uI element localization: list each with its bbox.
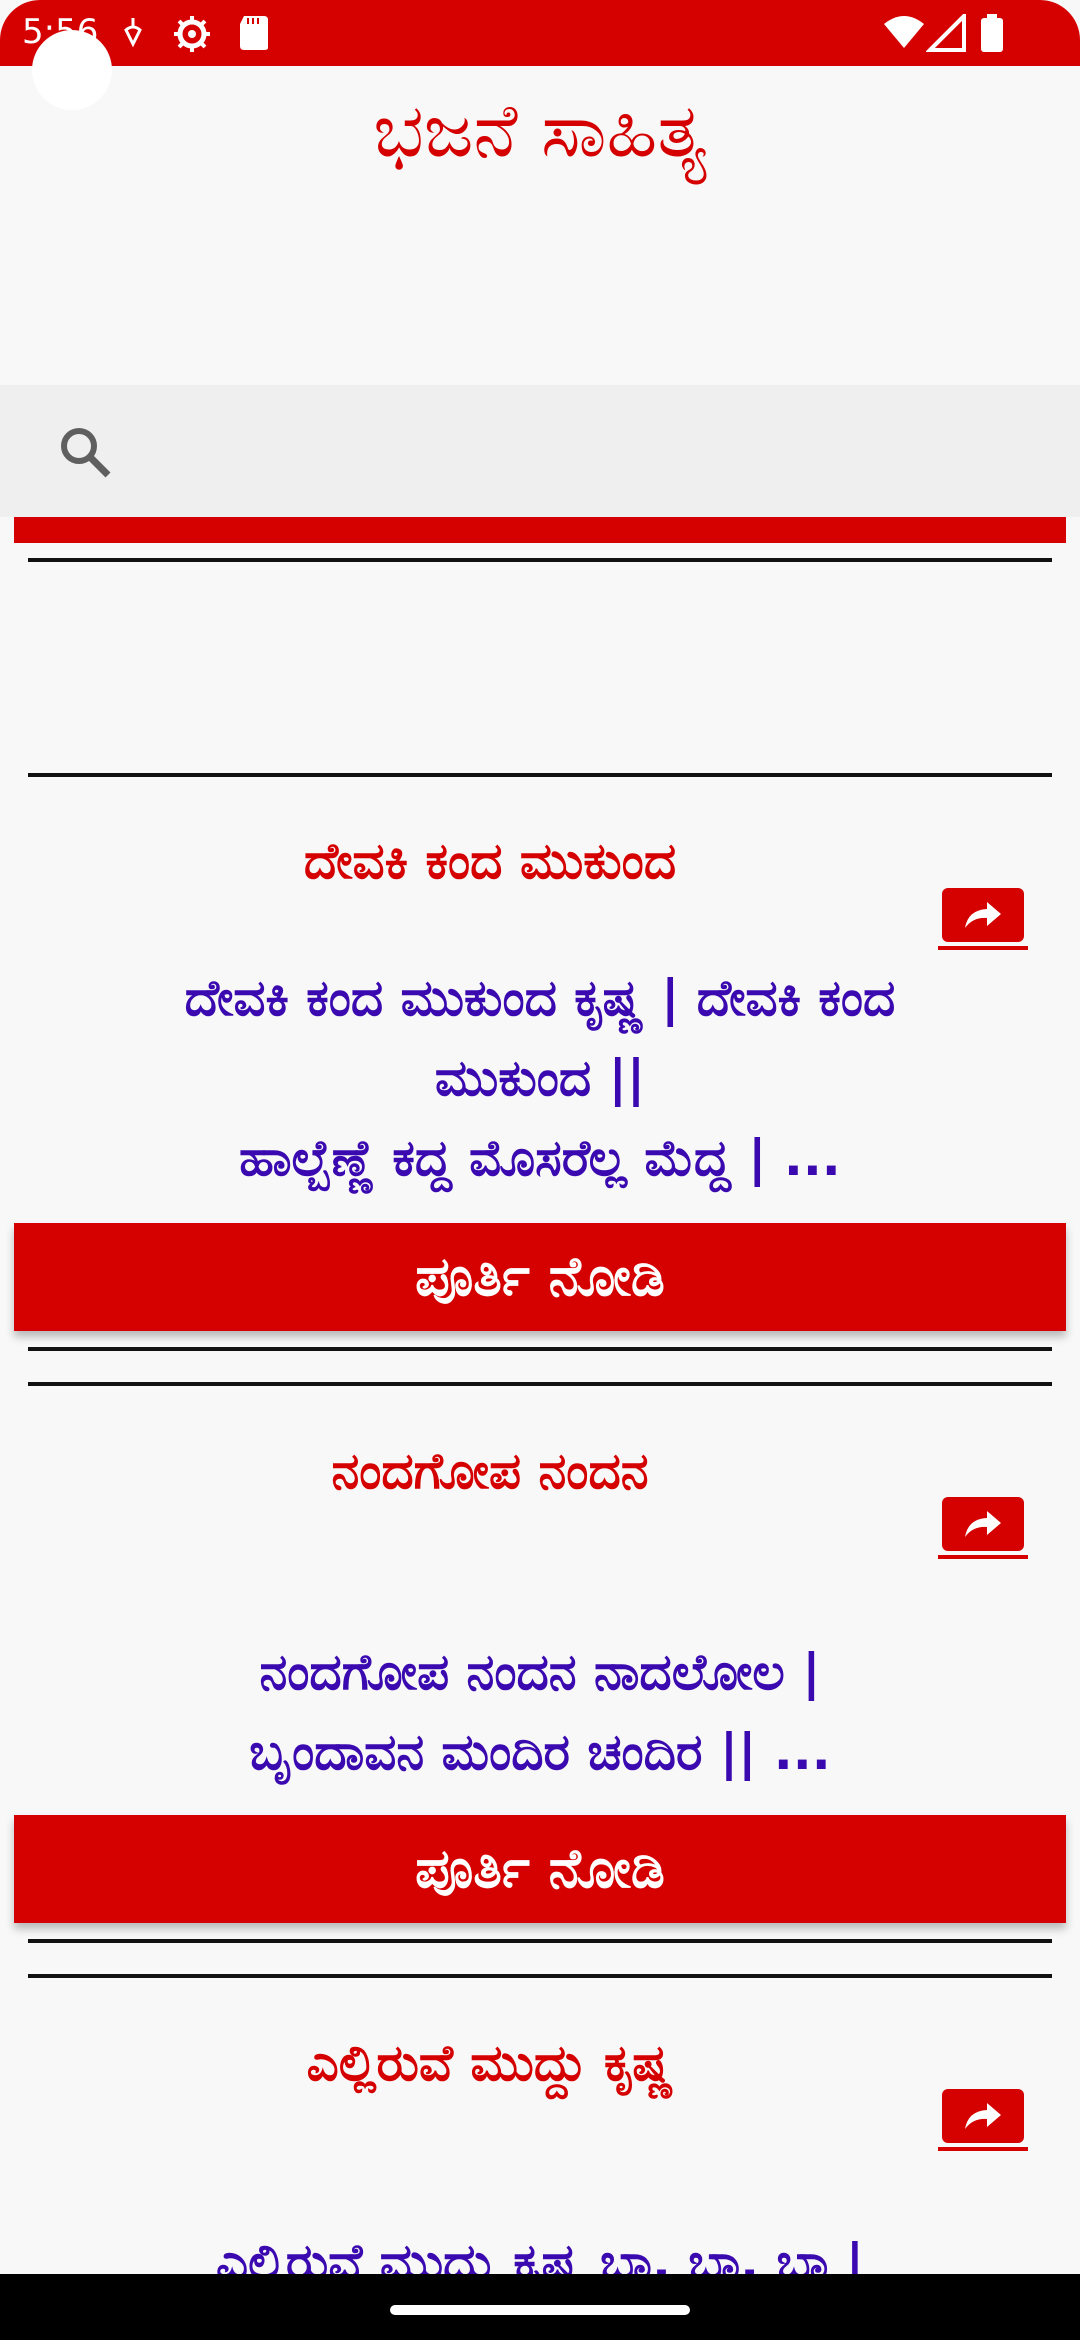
header-strip xyxy=(14,517,1066,543)
signal-icon xyxy=(925,11,966,56)
divider xyxy=(28,773,1052,777)
divider xyxy=(28,1939,1052,1943)
preview-line: ದೇವಕಿ ಕಂದ ಮುಕುಂದ ಕೃಷ್ಣ | ದೇವಕಿ ಕಂದ xyxy=(184,969,896,1027)
view-full-button[interactable]: ಪೂರ್ತಿ ನೋಡಿ xyxy=(14,1815,1066,1923)
search-icon[interactable] xyxy=(58,425,112,483)
card-preview: ನಂದಗೋಪ ನಂದನ ನಾದಲೋಲ | ಬೃಂದಾವನ ಮಂದಿರ ಚಂದಿರ… xyxy=(40,1632,1040,1792)
card-preview: ದೇವಕಿ ಕಂದ ಮುಕುಂದ ಕೃಷ್ಣ | ದೇವಕಿ ಕಂದ ಮುಕುಂ… xyxy=(40,958,1040,1198)
settings-icon xyxy=(172,14,212,58)
share-button[interactable] xyxy=(938,1497,1028,1559)
preview-line: ನಂದಗೋಪ ನಂದನ ನಾದಲೋಲ | xyxy=(259,1643,821,1701)
view-full-button[interactable]: ಪೂರ್ತಿ ನೋಡಿ xyxy=(14,1223,1066,1331)
status-bar: 5:56 xyxy=(0,0,1080,66)
wifi-icon xyxy=(882,14,926,54)
preview-line: ಹಾಲ್ಬೆಣ್ಣೆ ಕದ್ದ ಮೊಸರೆಲ್ಲ ಮೆದ್ದ | ... xyxy=(239,1129,841,1187)
card-title: ನಂದಗೋಪ ನಂದನ xyxy=(331,1442,649,1500)
notification-icon xyxy=(118,14,148,54)
divider xyxy=(28,1974,1052,1978)
card-title: ಎಲ್ಲಿರುವೆ ಮುದ್ದು ಕೃಷ್ಣ xyxy=(306,2034,674,2092)
search-bar[interactable] xyxy=(0,385,1080,517)
divider xyxy=(28,1347,1052,1351)
divider xyxy=(28,558,1052,562)
divider xyxy=(28,1382,1052,1386)
home-gesture-handle[interactable] xyxy=(390,2305,690,2315)
sd-card-icon xyxy=(238,14,270,56)
battery-icon xyxy=(980,14,1004,58)
share-button[interactable] xyxy=(938,888,1028,950)
share-icon xyxy=(965,902,1001,928)
card-title: ದೇವಕಿ ಕಂದ ಮುಕುಂದ xyxy=(303,832,677,890)
share-icon xyxy=(965,1511,1001,1537)
preview-line: ಬೃಂದಾವನ ಮಂದಿರ ಚಂದಿರ || ... xyxy=(249,1723,831,1781)
share-button[interactable] xyxy=(938,2089,1028,2151)
share-icon xyxy=(965,2103,1001,2129)
app-title: ಭಜನೆ ಸಾಹಿತ್ಯ xyxy=(373,88,707,174)
search-input[interactable] xyxy=(130,415,1034,489)
preview-line: ಮುಕುಂದ || xyxy=(434,1049,646,1107)
